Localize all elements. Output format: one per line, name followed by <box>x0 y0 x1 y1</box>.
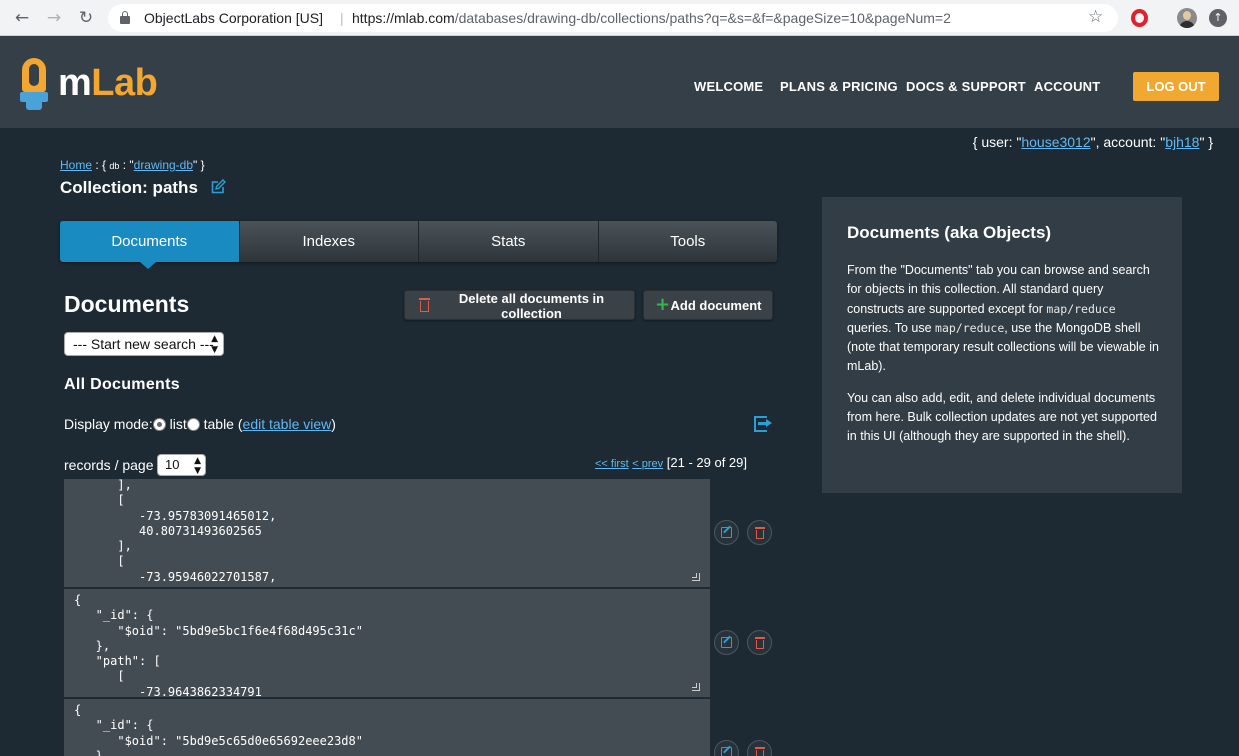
back-arrow-icon[interactable]: ← <box>12 8 32 28</box>
lock-icon <box>120 11 130 24</box>
star-icon[interactable]: ☆ <box>1088 7 1103 27</box>
breadcrumb: Home : { db : "drawing-db" } <box>60 158 205 172</box>
mlab-logo-text[interactable]: mLab <box>58 62 158 105</box>
document-json: { "_id": { "$oid": "5bd9e5bc1f6e4f68d495… <box>74 593 363 697</box>
document-json: ], [ -73.95783091465012, 40.807314936025… <box>117 479 277 584</box>
nav-welcome[interactable]: WELCOME <box>694 79 763 94</box>
site-owner: ObjectLabs Corporation [US] <box>144 10 323 26</box>
add-document-label: Add document <box>670 297 762 313</box>
delete-document-button[interactable] <box>747 520 772 545</box>
delete-document-button[interactable] <box>747 740 772 756</box>
pager-first-link[interactable]: << first <box>595 458 629 470</box>
help-paragraph: From the "Documents" tab you can browse … <box>847 263 1159 374</box>
address-bar[interactable]: ObjectLabs Corporation [US] | https://ml… <box>108 4 1118 32</box>
table-mode-label: table ( <box>203 416 243 432</box>
page-size-value: 10 <box>165 457 180 472</box>
url-text: https://mlab.com/databases/drawing-db/co… <box>352 10 951 26</box>
edit-table-view-link[interactable]: edit table view <box>243 416 332 432</box>
select-arrows-icon: ▲ ▼ <box>211 334 218 355</box>
trash-icon <box>755 637 765 649</box>
pagination: << first < prev [21 - 29 of 29] <box>595 455 747 470</box>
breadcrumb-home-link[interactable]: Home <box>60 158 92 172</box>
search-select-value: --- Start new search --- <box>73 336 214 352</box>
display-mode-label: Display mode: <box>64 416 153 432</box>
display-mode-row: Display mode: list table (edit table vie… <box>64 416 336 432</box>
delete-all-label: Delete all documents in collection <box>458 291 605 321</box>
tab-documents[interactable]: Documents <box>60 221 240 262</box>
edit-icon <box>721 747 732 756</box>
delete-document-button[interactable] <box>747 630 772 655</box>
edit-collection-icon[interactable] <box>210 179 226 195</box>
trash-icon <box>755 747 765 756</box>
pager-range: [21 - 29 of 29] <box>666 455 747 470</box>
resize-handle-icon[interactable] <box>692 683 700 691</box>
trash-icon <box>419 298 430 312</box>
collection-tabs: Documents Indexes Stats Tools <box>60 221 777 262</box>
edit-icon <box>721 637 732 648</box>
plus-icon: + <box>655 294 671 315</box>
document-textarea[interactable]: { "_id": { "$oid": "5bd9e5bc1f6e4f68d495… <box>64 589 710 697</box>
page-size-select[interactable]: 10 ▲ ▼ <box>157 454 206 476</box>
edit-document-button[interactable] <box>714 630 739 655</box>
edit-document-button[interactable] <box>714 520 739 545</box>
user-link[interactable]: house3012 <box>1021 134 1090 150</box>
list-mode-label: list <box>169 416 187 432</box>
pager-prev-link[interactable]: < prev <box>632 458 663 470</box>
tab-tools[interactable]: Tools <box>599 221 778 262</box>
records-per-page-label: records / page <box>64 457 154 473</box>
address-separator: | <box>340 10 344 26</box>
add-document-button[interactable]: + Add document <box>643 290 773 320</box>
url-path: /databases/drawing-db/collections/paths?… <box>454 10 951 26</box>
trash-icon <box>755 527 765 539</box>
documents-help-panel: Documents (aka Objects) From the "Docume… <box>822 197 1182 493</box>
mlab-logo-icon[interactable] <box>20 58 48 110</box>
active-tab-caret <box>140 262 156 269</box>
help-title: Documents (aka Objects) <box>847 223 1052 242</box>
select-arrows-icon: ▲ ▼ <box>194 456 201 476</box>
breadcrumb-db-link[interactable]: drawing-db <box>134 158 193 172</box>
profile-avatar-icon[interactable] <box>1177 8 1197 28</box>
help-paragraph: You can also add, edit, and delete indiv… <box>847 390 1157 444</box>
edit-icon <box>721 527 732 538</box>
start-new-search-select[interactable]: --- Start new search --- ▲ ▼ <box>64 332 224 356</box>
opera-icon[interactable] <box>1131 9 1148 27</box>
forward-arrow-icon[interactable]: → <box>44 8 64 28</box>
reload-icon[interactable]: ↻ <box>76 8 96 28</box>
site-header: mLab WELCOME PLANS & PRICING DOCS & SUPP… <box>0 36 1239 128</box>
document-textarea[interactable]: ], [ -73.95783091465012, 40.807314936025… <box>64 479 710 587</box>
export-icon[interactable] <box>754 416 772 432</box>
url-host: https://mlab.com <box>352 10 455 26</box>
all-documents-heading: All Documents <box>64 376 180 393</box>
resize-handle-icon[interactable] <box>692 573 700 581</box>
logout-button[interactable]: LOG OUT <box>1133 72 1219 101</box>
documents-heading: Documents <box>64 291 190 317</box>
tab-indexes[interactable]: Indexes <box>240 221 419 262</box>
document-textarea[interactable]: { "_id": { "$oid": "5bd9e5c65d0e65692eee… <box>64 699 710 756</box>
user-account-line: { user: "house3012", account: "bjh18" } <box>972 134 1213 150</box>
edit-document-button[interactable] <box>714 740 739 756</box>
nav-docs-support[interactable]: DOCS & SUPPORT <box>906 79 1026 94</box>
list-mode-radio[interactable] <box>152 418 166 431</box>
page-title: Collection: paths <box>60 178 198 197</box>
table-mode-radio[interactable] <box>186 418 200 431</box>
nav-plans-pricing[interactable]: PLANS & PRICING <box>780 79 898 94</box>
account-link[interactable]: bjh18 <box>1165 134 1199 150</box>
tab-stats[interactable]: Stats <box>419 221 599 262</box>
document-json: { "_id": { "$oid": "5bd9e5c65d0e65692eee… <box>74 703 363 756</box>
delete-all-documents-button[interactable]: Delete all documents in collection <box>404 290 635 321</box>
update-icon[interactable]: ↑ <box>1209 9 1227 27</box>
browser-toolbar: ← → ↻ ObjectLabs Corporation [US] | http… <box>0 0 1239 36</box>
nav-account[interactable]: ACCOUNT <box>1034 79 1100 94</box>
